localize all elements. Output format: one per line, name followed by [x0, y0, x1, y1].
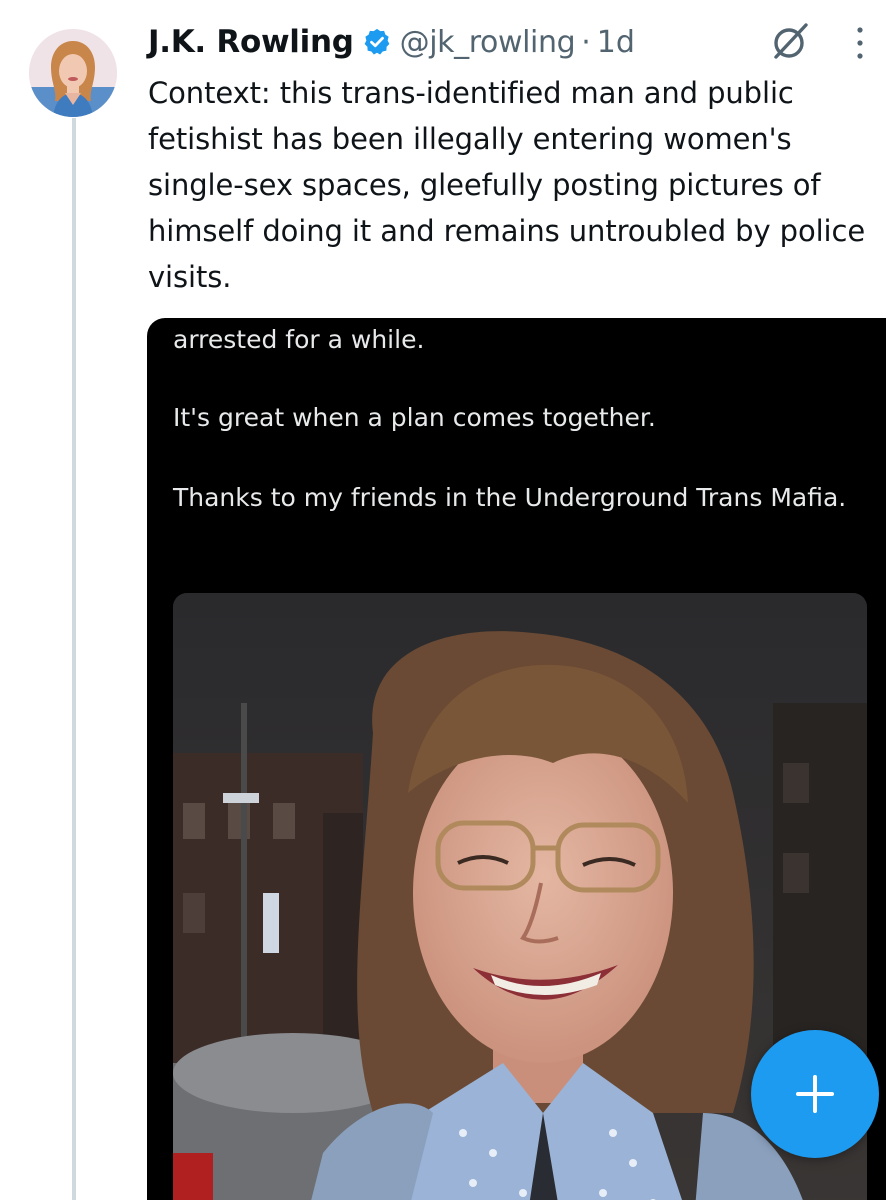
author-handle[interactable]: @jk_rowling — [400, 25, 576, 60]
quoted-text-line: It's great when a plan comes together. — [173, 403, 656, 432]
author-name[interactable]: J.K. Rowling — [148, 24, 354, 60]
avatar[interactable] — [29, 29, 117, 117]
thread-connector-line — [72, 118, 76, 1200]
more-vertical-icon[interactable] — [850, 24, 870, 62]
plus-icon — [796, 1075, 834, 1113]
post-view: J.K. Rowling @jk_rowling · 1d Context: t… — [0, 0, 886, 1200]
separator-dot: · — [581, 24, 591, 60]
compose-button[interactable] — [751, 1030, 879, 1158]
quoted-text-line: arrested for a while. — [173, 325, 425, 354]
post-header: J.K. Rowling @jk_rowling · 1d — [148, 20, 635, 64]
post-text: Context: this trans-identified man and p… — [148, 76, 866, 294]
post-timestamp[interactable]: 1d — [597, 25, 635, 60]
quoted-text-line: Thanks to my friends in the Underground … — [173, 483, 847, 512]
grok-icon[interactable] — [768, 20, 812, 64]
verified-badge-icon — [364, 28, 389, 55]
